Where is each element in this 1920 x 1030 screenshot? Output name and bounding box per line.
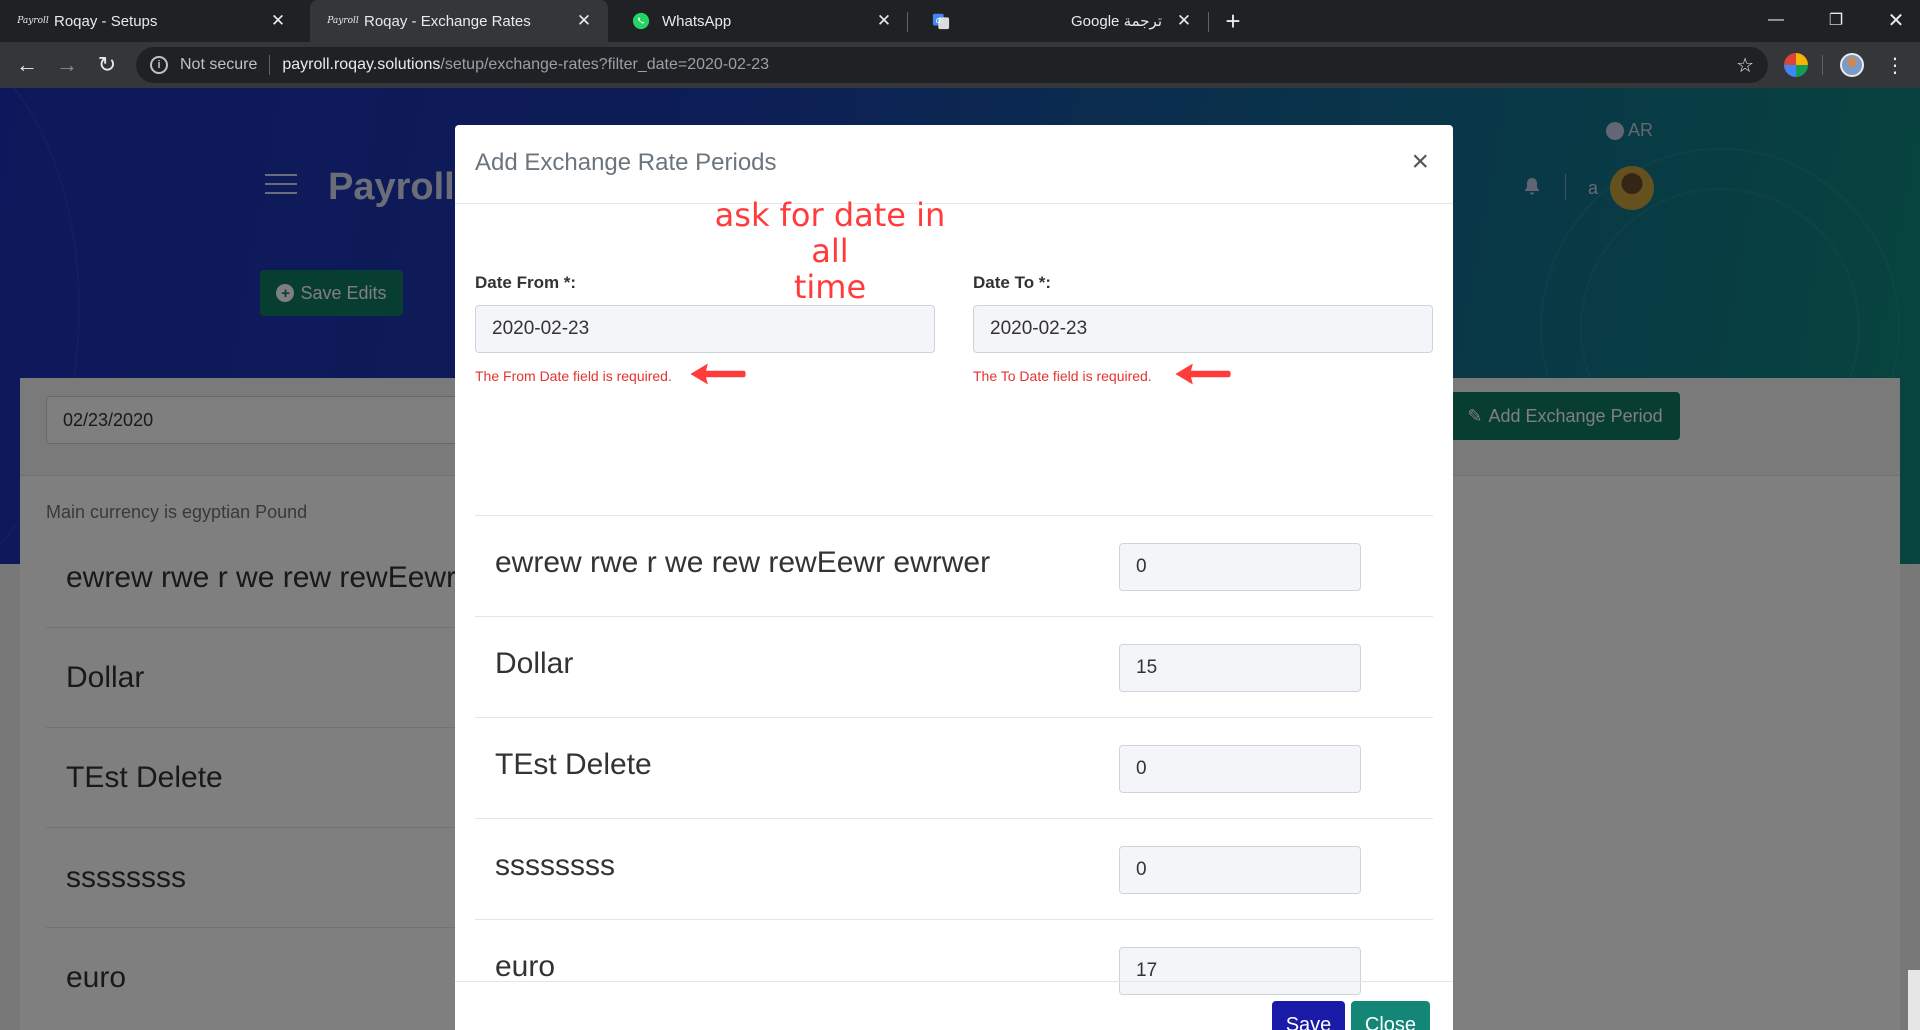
url-path: /setup/exchange-rates?filter_date=2020-0… — [440, 56, 770, 73]
toolbar-divider — [1822, 55, 1823, 75]
rate-input[interactable]: 0 — [1119, 543, 1361, 591]
currency-name: TEst Delete — [495, 748, 652, 781]
back-arrow-icon[interactable]: ← — [12, 50, 42, 80]
close-tab-icon[interactable]: ✕ — [874, 11, 894, 31]
browser-tab-google-translate[interactable]: G Google ترجمة ✕ — [908, 0, 1208, 42]
annotation-note: ask for date in all time — [705, 197, 955, 305]
date-from-input[interactable]: 2020-02-23 — [475, 305, 935, 353]
new-tab-icon[interactable]: + — [1220, 6, 1246, 36]
tab-title: Google ترجمة — [1071, 13, 1162, 30]
currency-name: Dollar — [495, 647, 574, 680]
forward-arrow-icon[interactable]: → — [52, 50, 82, 80]
restore-window-icon[interactable]: ❐ — [1806, 0, 1866, 40]
tab-divider — [1208, 12, 1209, 32]
tab-title: Roqay - Setups — [54, 12, 158, 30]
browser-tab-whatsapp[interactable]: WhatsApp ✕ — [608, 0, 908, 42]
extension-icon[interactable] — [1784, 53, 1808, 77]
payroll-favicon-icon: Payroll — [327, 16, 359, 26]
address-bar[interactable]: i Not secure payroll.roqay.solutions/set… — [136, 47, 1768, 83]
rate-input[interactable]: 0 — [1119, 745, 1361, 793]
date-from-label: Date From *: — [475, 273, 577, 292]
url-host: payroll.roqay.solutions — [282, 56, 441, 73]
currency-name: euro — [495, 950, 556, 983]
rate-input[interactable]: 15 — [1119, 644, 1361, 692]
payroll-favicon-icon: Payroll — [17, 16, 49, 26]
date-to-label: Date To *: — [973, 273, 1052, 292]
whatsapp-icon — [632, 12, 650, 30]
date-to-input[interactable]: 2020-02-23 — [973, 305, 1433, 353]
add-exchange-rate-modal: Add Exchange Rate Periods × ask for date… — [455, 125, 1453, 1030]
date-from-error: The From Date field is required. — [475, 368, 672, 384]
annotation-arrow-icon — [687, 360, 748, 388]
close-icon[interactable]: × — [1411, 147, 1429, 177]
page-content: Payroll + Save Edits AR a 02/23/2020 ✎ A… — [0, 88, 1920, 1030]
bookmark-star-icon[interactable]: ☆ — [1736, 53, 1754, 78]
annotation-line: ask for date in all — [714, 196, 946, 270]
rate-row: Dollar 15 — [475, 616, 1433, 717]
tab-title: Roqay - Exchange Rates — [364, 12, 531, 30]
rate-row: ewrew rwe r we rew rewEewr ewrwer 0 — [475, 515, 1433, 616]
info-icon[interactable]: i — [150, 56, 168, 74]
security-label[interactable]: Not secure — [180, 56, 257, 74]
close-button[interactable]: Close — [1351, 1001, 1430, 1030]
browser-tab-setups[interactable]: Payroll Roqay - Setups ✕ — [0, 0, 302, 42]
annotation-line: time — [793, 268, 867, 306]
annotation-arrow-icon — [1172, 360, 1233, 388]
close-window-icon[interactable]: ✕ — [1866, 0, 1920, 40]
browser-menu-icon[interactable]: ⋮ — [1880, 50, 1910, 80]
close-tab-icon[interactable]: ✕ — [268, 11, 288, 31]
close-tab-icon[interactable]: ✕ — [1174, 11, 1194, 31]
tab-title: WhatsApp — [662, 12, 732, 30]
rate-row: TEst Delete 0 — [475, 717, 1433, 818]
google-translate-icon: G — [932, 12, 950, 30]
save-button[interactable]: Save — [1272, 1001, 1345, 1030]
modal-footer-divider — [455, 981, 1453, 982]
rate-input[interactable]: 17 — [1119, 947, 1361, 995]
minimize-window-icon[interactable]: — — [1746, 0, 1806, 40]
date-to-error: The To Date field is required. — [973, 368, 1152, 384]
browser-tab-exchange-rates[interactable]: Payroll Roqay - Exchange Rates ✕ — [310, 0, 608, 42]
reload-icon[interactable]: ↻ — [92, 50, 122, 80]
currency-name: ssssssss — [495, 849, 615, 882]
svg-text:G: G — [936, 16, 942, 25]
rate-input[interactable]: 0 — [1119, 846, 1361, 894]
browser-tab-strip: Payroll Roqay - Setups ✕ Payroll Roqay -… — [0, 0, 1920, 42]
modal-title: Add Exchange Rate Periods — [475, 149, 777, 176]
address-divider — [269, 55, 271, 75]
close-tab-icon[interactable]: ✕ — [574, 11, 594, 31]
scrollbar[interactable] — [1908, 970, 1920, 1030]
browser-toolbar: ← → ↻ i Not secure payroll.roqay.solutio… — [0, 42, 1920, 88]
profile-avatar[interactable] — [1840, 53, 1864, 77]
rate-row: ssssssss 0 — [475, 818, 1433, 919]
currency-name: ewrew rwe r we rew rewEewr ewrwer — [495, 546, 991, 579]
